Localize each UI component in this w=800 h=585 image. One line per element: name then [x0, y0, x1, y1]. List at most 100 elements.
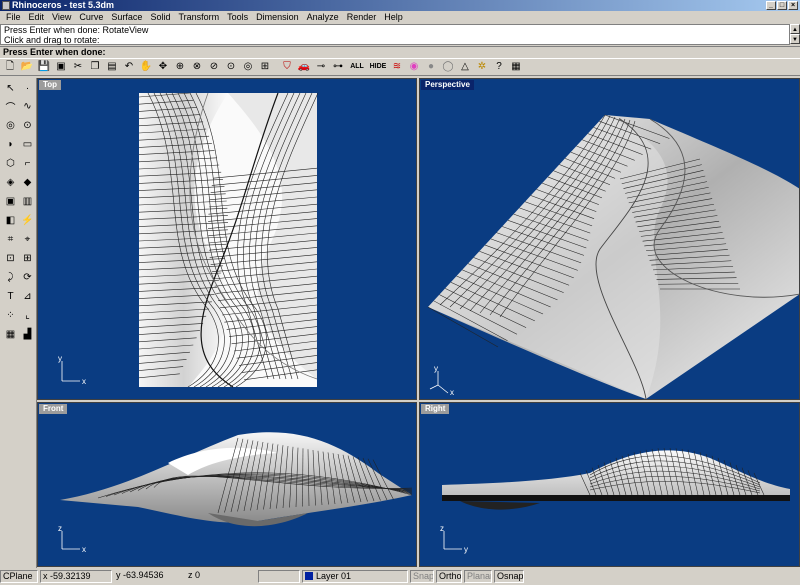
notes-icon[interactable]: ▦	[508, 59, 524, 75]
viewport-perspective[interactable]: Perspective y x	[419, 78, 800, 400]
layer-icon[interactable]: ≋	[389, 59, 405, 75]
move-icon[interactable]: ⤸	[2, 269, 19, 286]
ortho-toggle[interactable]: Ortho	[436, 570, 462, 583]
axis-indicator: z x	[58, 525, 86, 554]
viewport-right[interactable]: Right z y	[419, 402, 800, 567]
group-icon[interactable]: ⊡	[2, 250, 19, 267]
fillet-icon[interactable]: ⌐	[19, 155, 36, 172]
command-prompt[interactable]: Press Enter when done:	[0, 46, 800, 57]
trim-icon[interactable]: ⌗	[2, 231, 19, 248]
close-button[interactable]: ×	[788, 1, 798, 10]
menu-file[interactable]: File	[2, 11, 25, 24]
analyze-icon[interactable]: ⌞	[19, 307, 36, 324]
properties-icon[interactable]: △	[457, 59, 473, 75]
toolbar-separator	[274, 59, 278, 75]
cut-icon[interactable]: ✂	[70, 59, 86, 75]
menu-dimension[interactable]: Dimension	[252, 11, 303, 24]
save-icon[interactable]: 💾	[36, 59, 52, 75]
zoom-target-icon[interactable]: ◎	[240, 59, 256, 75]
scroll-down-icon[interactable]: ▼	[790, 34, 800, 44]
select-filter-icon[interactable]: ⛉	[279, 59, 295, 75]
menu-tools[interactable]: Tools	[223, 11, 252, 24]
menu-solid[interactable]: Solid	[146, 11, 174, 24]
menu-render[interactable]: Render	[343, 11, 381, 24]
minimize-button[interactable]: _	[766, 1, 776, 10]
arc-icon[interactable]: ◗	[2, 136, 19, 153]
surface-icon[interactable]: ◈	[2, 174, 19, 191]
color-wheel-icon[interactable]: ◉	[406, 59, 422, 75]
new-icon[interactable]: 🗋	[2, 59, 18, 75]
maximize-button[interactable]: □	[777, 1, 787, 10]
menu-help[interactable]: Help	[380, 11, 407, 24]
select-arrow-icon[interactable]: ↖	[2, 80, 19, 97]
osnap-toggle[interactable]: Osnap	[494, 570, 524, 583]
box-icon[interactable]: ▣	[2, 193, 19, 210]
paste-icon[interactable]: ▤	[104, 59, 120, 75]
dimension-icon[interactable]: ⊿	[19, 288, 36, 305]
menu-view[interactable]: View	[48, 11, 75, 24]
light-icon[interactable]: ◯	[440, 59, 456, 75]
zoom-window-icon[interactable]: ⊗	[189, 59, 205, 75]
points-on-icon[interactable]: ⁘	[2, 307, 19, 324]
rotate-icon[interactable]: ⟳	[19, 269, 36, 286]
axis-indicator: y x	[58, 355, 86, 386]
viewport-title-top[interactable]: Top	[39, 80, 62, 90]
layer-tool-icon[interactable]: ▟	[19, 326, 36, 343]
viewport-title-front[interactable]: Front	[39, 404, 68, 414]
zoom-icon[interactable]: ⊕	[172, 59, 188, 75]
split-icon[interactable]: ⌖	[19, 231, 36, 248]
viewport-front[interactable]: Front z x	[37, 402, 417, 567]
explode-icon[interactable]: ⚡	[19, 212, 36, 229]
zoom-selected-icon[interactable]: ⊙	[223, 59, 239, 75]
text-icon[interactable]: T	[2, 288, 19, 305]
sphere-icon[interactable]: ●	[423, 59, 439, 75]
rectangle-icon[interactable]: ▭	[19, 136, 36, 153]
car-icon[interactable]: 🚗	[296, 59, 312, 75]
viewport-title-right[interactable]: Right	[421, 404, 450, 414]
viewport-top[interactable]: Top y x	[37, 78, 417, 400]
cplane-icon[interactable]: ⊶	[330, 59, 346, 75]
zoom-extents-icon[interactable]: ⊘	[206, 59, 222, 75]
scroll-up-icon[interactable]: ▲	[790, 24, 800, 34]
current-layer[interactable]: Layer 01	[302, 570, 408, 583]
point-icon[interactable]: ·	[19, 80, 36, 97]
undo-icon[interactable]: ↶	[121, 59, 137, 75]
menu-edit[interactable]: Edit	[25, 11, 49, 24]
front-view-model	[60, 432, 413, 527]
render-icon[interactable]: ▦	[2, 326, 19, 343]
polyline-icon[interactable]: ⌒	[2, 98, 19, 115]
menu-surface[interactable]: Surface	[107, 11, 146, 24]
menu-curve[interactable]: Curve	[75, 11, 107, 24]
snap-toggle[interactable]: Snap	[410, 570, 434, 583]
top-view-model	[138, 92, 319, 388]
loft-icon[interactable]: ◆	[19, 174, 36, 191]
print-icon[interactable]: ▣	[53, 59, 69, 75]
solid-icon[interactable]: ▥	[19, 193, 36, 210]
viewport-title-perspective[interactable]: Perspective	[421, 80, 474, 90]
array-icon[interactable]: ⊞	[19, 250, 36, 267]
rotate-view-icon[interactable]: ✥	[155, 59, 171, 75]
axis-x-label: x	[450, 388, 454, 397]
axis-z-label: z	[58, 525, 62, 533]
point-icon[interactable]: ⊸	[313, 59, 329, 75]
menu-transform[interactable]: Transform	[174, 11, 223, 24]
command-scrollbar[interactable]: ▲ ▼	[790, 24, 800, 45]
render-setting-icon[interactable]: ✲	[474, 59, 490, 75]
pan-icon[interactable]: ✋	[138, 59, 154, 75]
axis-y-label: y	[434, 364, 438, 373]
curve-icon[interactable]: ∿	[19, 98, 36, 115]
open-icon[interactable]: 📂	[19, 59, 35, 75]
copy-icon[interactable]: ❐	[87, 59, 103, 75]
help-icon[interactable]: ?	[491, 59, 507, 75]
circle-icon[interactable]: ◎	[2, 117, 19, 134]
hide-button[interactable]: HIDE	[368, 59, 388, 75]
planar-toggle[interactable]: Planar	[464, 570, 492, 583]
perspective-view-model	[427, 114, 799, 399]
polygon-icon[interactable]: ⬡	[2, 155, 19, 172]
viewport-layout-icon[interactable]: ⊞	[257, 59, 273, 75]
all-button[interactable]: ALL	[347, 59, 367, 75]
menu-analyze[interactable]: Analyze	[303, 11, 343, 24]
ellipse-icon[interactable]: ⊙	[19, 117, 36, 134]
mesh-icon[interactable]: ◧	[2, 212, 19, 229]
cplane-label[interactable]: CPlane	[0, 570, 38, 583]
